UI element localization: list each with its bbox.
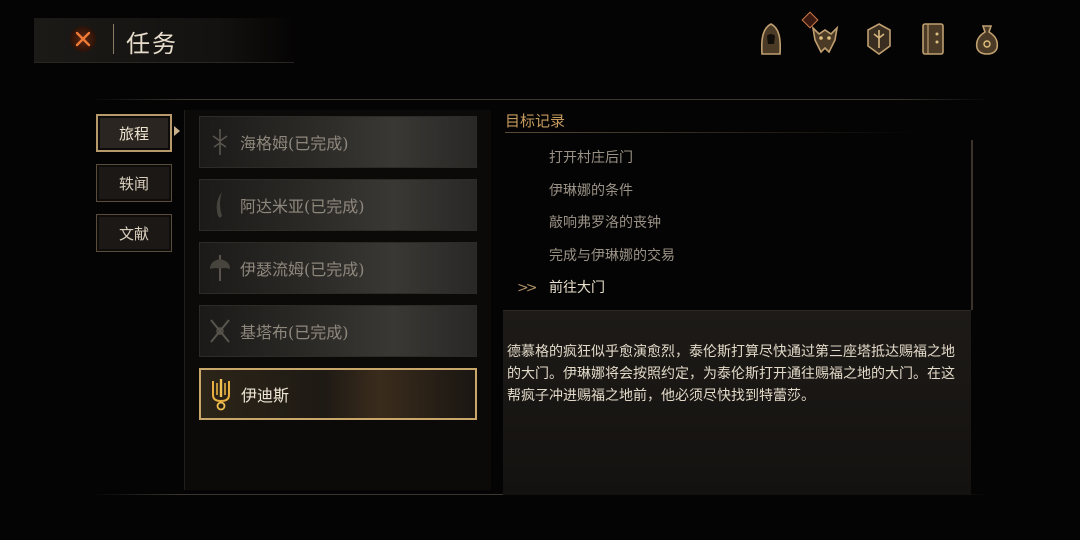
objective-item-current: >> 前往大门 <box>517 278 675 311</box>
quest-description: 德慕格的疯狂似乎愈演愈烈，泰伦斯打算尽快通过第三座塔抵达赐福之地的大门。伊琳娜将… <box>507 344 955 404</box>
journal-book-icon[interactable] <box>916 20 950 58</box>
objective-label: 前往大门 <box>549 280 605 296</box>
active-tab-pointer <box>174 126 180 136</box>
objective-item: 敲响弗罗洛的丧钟 <box>549 215 661 231</box>
objective-item: 伊琳娜的条件 <box>549 182 633 199</box>
quest-description-box: 德慕格的疯狂似乎愈演愈烈，泰伦斯打算尽快通过第三座塔抵达赐福之地的大门。伊琳娜将… <box>503 310 971 495</box>
objective-panel: 目标记录 打开村庄后门 伊琳娜的条件 敲响弗罗洛的丧钟 完成与伊琳娜的交易 >>… <box>497 104 975 495</box>
quest-item[interactable]: 基塔布(已完成) <box>199 305 477 357</box>
flame-emblem-icon <box>201 368 241 420</box>
sigil-icon <box>200 116 240 168</box>
quest-item[interactable]: 阿达米亚(已完成) <box>199 179 477 231</box>
quest-label: 海格姆(已完成) <box>240 134 349 153</box>
tab-anecdotes[interactable]: 轶闻 <box>96 164 172 202</box>
quest-item[interactable]: 伊瑟流姆(已完成) <box>199 242 477 294</box>
close-x-icon <box>75 31 91 47</box>
quest-label: 阿达米亚(已完成) <box>240 197 365 216</box>
hooded-figure-icon[interactable] <box>754 20 788 58</box>
objective-log-title: 目标记录 <box>505 112 566 130</box>
page-title: 任务 <box>126 30 178 58</box>
quest-label: 伊迪斯 <box>241 386 290 405</box>
beast-skull-icon[interactable] <box>801 11 842 58</box>
quest-item-active[interactable]: 伊迪斯 <box>199 368 477 420</box>
crossed-swords-icon <box>200 305 240 357</box>
quest-item[interactable]: 海格姆(已完成) <box>199 116 477 168</box>
double-chevron-right-icon: >> <box>517 280 538 296</box>
category-tabs: 旅程 轶闻 文献 <box>96 114 172 252</box>
axe-icon <box>200 242 240 294</box>
objective-list: 打开村庄后门 伊琳娜的条件 敲响弗罗洛的丧钟 完成与伊琳娜的交易 >> 前往大门 <box>517 148 675 311</box>
blade-icon <box>200 179 240 231</box>
quest-label: 基塔布(已完成) <box>240 323 349 342</box>
close-button[interactable] <box>70 26 96 52</box>
tab-documents[interactable]: 文献 <box>96 214 172 252</box>
objective-item: 打开村庄后门 <box>549 150 633 166</box>
objective-scrollbar[interactable] <box>971 140 973 310</box>
frame-top-line <box>92 99 988 100</box>
quest-list: 海格姆(已完成) 阿达米亚(已完成) 伊瑟流姆(已完成) 基塔布(已完成) 伊迪… <box>184 110 491 490</box>
title-separator <box>113 24 114 54</box>
crest-shield-icon[interactable] <box>862 20 896 58</box>
objective-item: 完成与伊琳娜的交易 <box>549 247 675 264</box>
title-underline <box>505 132 915 133</box>
tab-journey[interactable]: 旅程 <box>96 114 172 152</box>
quest-label: 伊瑟流姆(已完成) <box>240 260 365 279</box>
top-menu-icons <box>754 11 1004 58</box>
coin-bag-icon[interactable] <box>970 20 1004 58</box>
